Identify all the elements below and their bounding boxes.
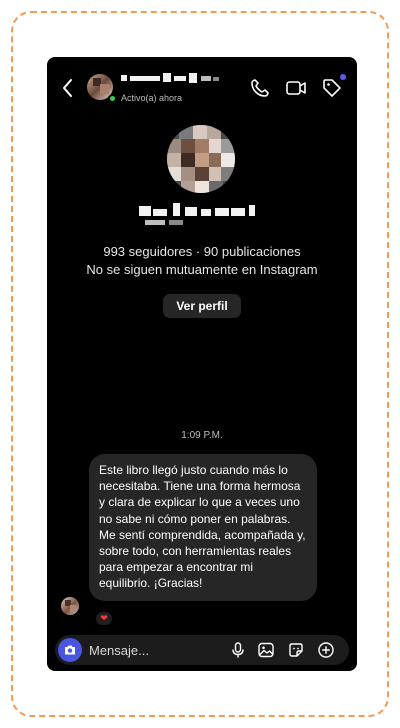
active-status: Activo(a) ahora — [121, 93, 183, 103]
chat-header: Activo(a) ahora — [47, 57, 357, 119]
back-chevron-icon[interactable] — [59, 77, 77, 99]
plus-circle-icon[interactable] — [317, 641, 335, 659]
notification-dot — [340, 74, 346, 80]
video-camera-icon[interactable] — [285, 77, 307, 99]
redacted-profile-name — [139, 203, 267, 229]
sticker-icon[interactable] — [287, 641, 305, 659]
phone-icon[interactable] — [249, 77, 271, 99]
sender-avatar[interactable] — [61, 597, 79, 615]
camera-icon — [65, 645, 75, 655]
message-composer — [55, 635, 349, 665]
view-profile-button[interactable]: Ver perfil — [163, 294, 241, 318]
message-timestamp: 1:09 P.M. — [181, 430, 223, 441]
microphone-icon[interactable] — [229, 641, 247, 659]
message-input[interactable] — [89, 642, 209, 658]
message-bubble[interactable]: Este libro llegó justo cuando más lo nec… — [89, 454, 317, 601]
chat-screen: Activo(a) ahora 993 seguidores · 90 publ… — [47, 57, 357, 671]
camera-button[interactable] — [58, 638, 82, 662]
online-indicator — [108, 94, 117, 103]
redacted-username[interactable] — [121, 73, 241, 85]
image-icon[interactable] — [257, 641, 275, 659]
profile-picture[interactable] — [167, 125, 235, 193]
follower-stats: 993 seguidores · 90 publicaciones — [103, 244, 301, 259]
tag-icon[interactable] — [321, 77, 343, 99]
heart-reaction-icon[interactable]: ❤ — [94, 610, 114, 627]
mutual-follow-status: No se siguen mutuamente en Instagram — [86, 262, 318, 277]
